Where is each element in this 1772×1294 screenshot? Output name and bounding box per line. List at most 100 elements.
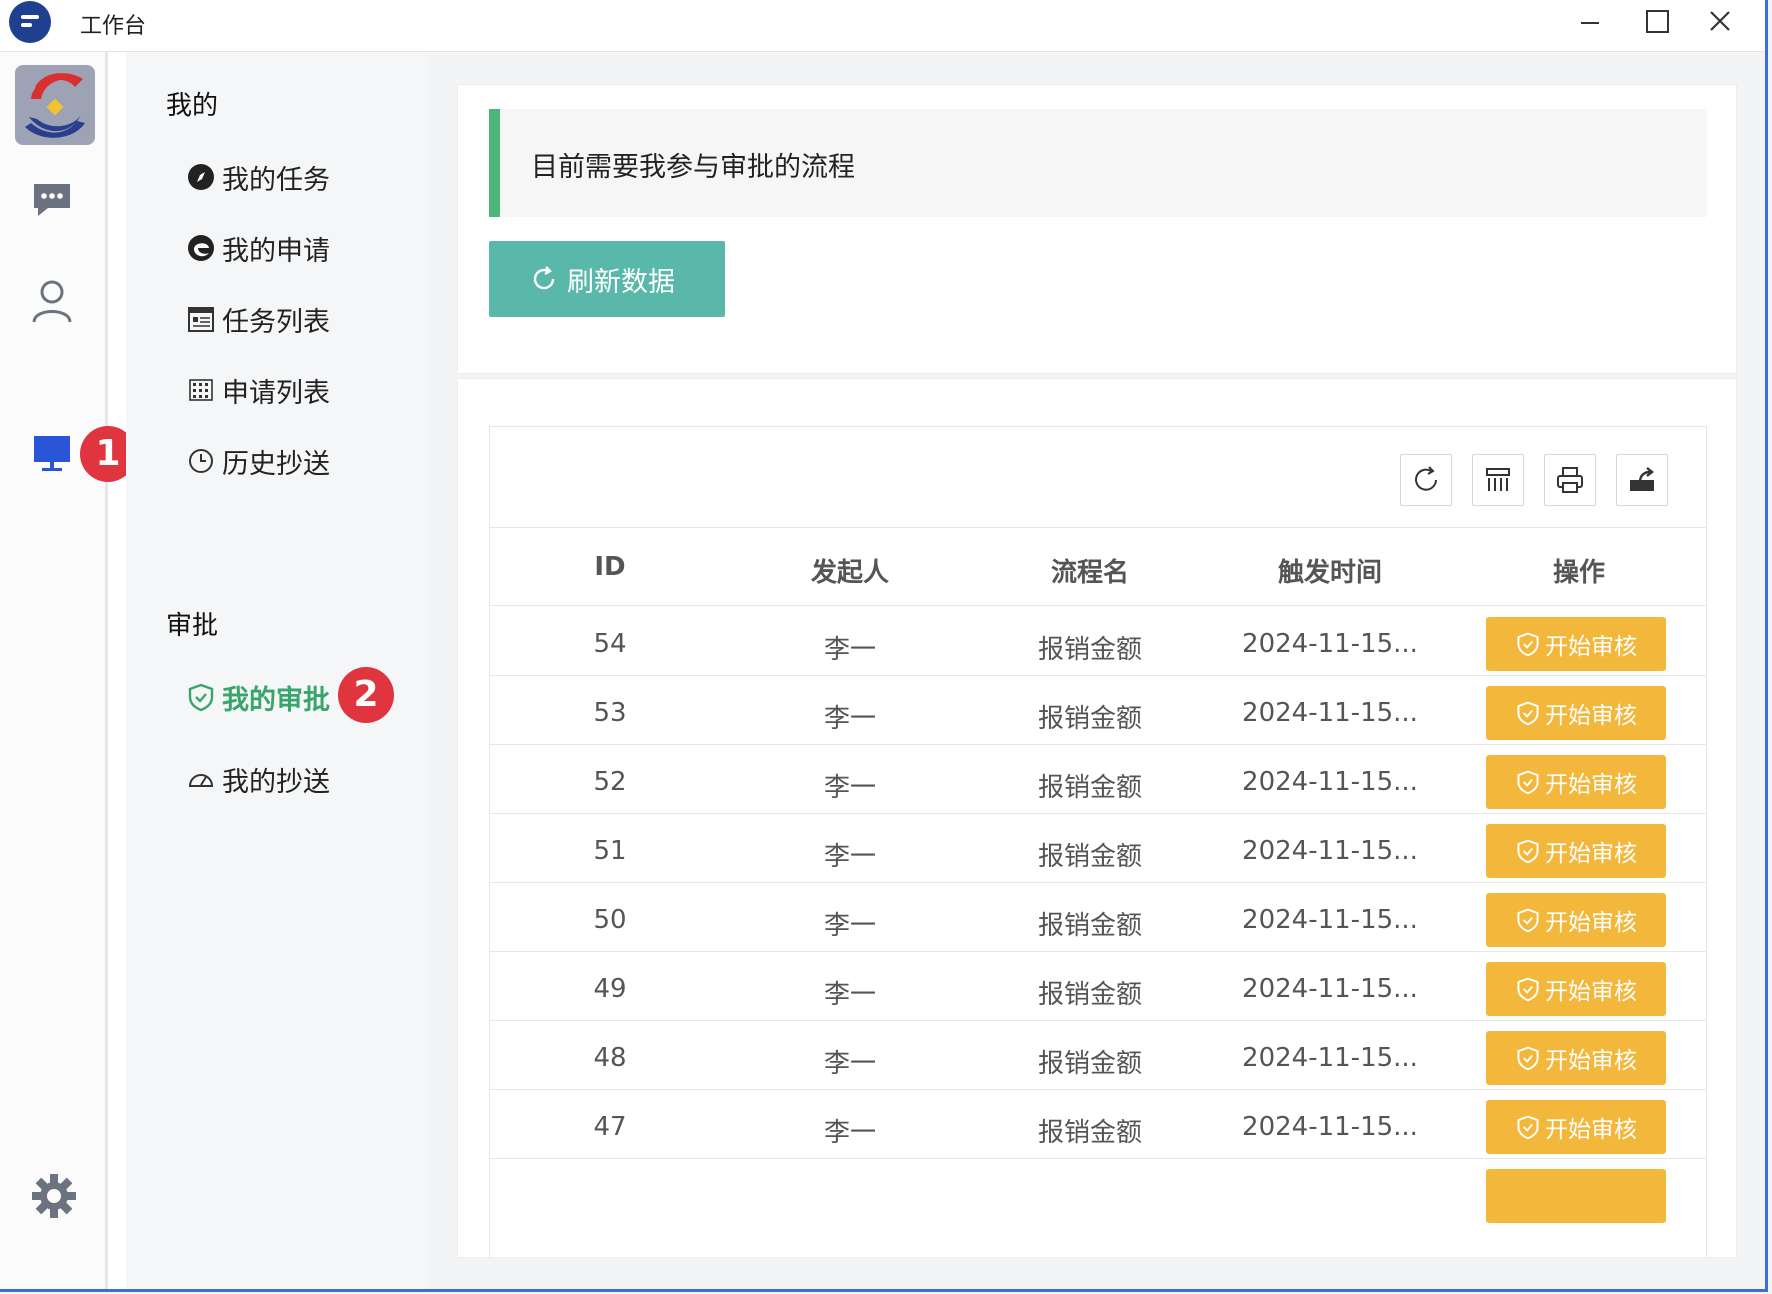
contacts-icon[interactable] <box>30 278 80 328</box>
close-icon <box>1710 11 1730 31</box>
table-row: 53 李一 报销金额 2024-11-15... 开始审核 <box>490 676 1706 745</box>
notice-text: 目前需要我参与审批的流程 <box>531 152 855 183</box>
start-audit-label: 开始审核 <box>1545 1117 1637 1143</box>
shield-check-icon <box>1517 701 1539 726</box>
shield-check-icon <box>1517 839 1539 864</box>
start-audit-label: 开始审核 <box>1545 772 1637 798</box>
messages-icon[interactable] <box>30 178 80 228</box>
shield-check-icon <box>1517 770 1539 795</box>
menu-item-label: 我的审批 <box>222 684 330 716</box>
menu-group-approval: 审批 <box>166 611 219 641</box>
shield-check-icon <box>1517 632 1539 657</box>
table-row: 54 李一 报销金额 2024-11-15... 开始审核 <box>490 607 1706 676</box>
refresh-data-label: 刷新数据 <box>567 266 675 298</box>
close-button[interactable] <box>1695 2 1745 42</box>
menu-item-my-tasks[interactable]: 我的任务 <box>186 152 330 202</box>
cell-id: 47 <box>593 1112 627 1142</box>
cell-process: 报销金额 <box>1037 635 1142 665</box>
workbench-icon[interactable] <box>30 432 80 482</box>
cell-time: 2024-11-15... <box>1242 974 1418 1004</box>
refresh-icon <box>533 266 555 290</box>
menu-group-mine: 我的 <box>166 91 219 121</box>
start-audit-button[interactable]: 开始审核 <box>1486 1031 1666 1085</box>
cell-process: 报销金额 <box>1037 1118 1142 1148</box>
cell-id: 52 <box>593 767 627 797</box>
menu-item-label: 我的任务 <box>222 164 330 196</box>
avatar[interactable] <box>15 65 95 145</box>
menu-item-my-applications[interactable]: 我的申请 <box>186 223 330 273</box>
cell-time: 2024-11-15... <box>1242 905 1418 935</box>
shield-check-icon <box>1517 977 1539 1002</box>
column-header-time[interactable]: 触发时间 <box>1210 552 1450 589</box>
table-row: 49 李一 报销金额 2024-11-15... 开始审核 <box>490 952 1706 1021</box>
cell-id: 50 <box>593 905 627 935</box>
start-audit-button[interactable] <box>1486 1169 1666 1223</box>
table-row: 48 李一 报销金额 2024-11-15... 开始审核 <box>490 1021 1706 1090</box>
start-audit-button[interactable]: 开始审核 <box>1486 755 1666 809</box>
start-audit-label: 开始审核 <box>1545 634 1637 660</box>
cell-time: 2024-11-15... <box>1242 767 1418 797</box>
menu-item-label: 历史抄送 <box>222 448 330 480</box>
shield-check-icon <box>1517 1046 1539 1071</box>
table-row: 51 李一 报销金额 2024-11-15... 开始审核 <box>490 814 1706 883</box>
column-header-process[interactable]: 流程名 <box>970 552 1210 589</box>
maximize-button[interactable] <box>1630 2 1680 42</box>
table-refresh-button[interactable] <box>1400 454 1452 506</box>
column-header-id[interactable]: ID <box>490 552 730 582</box>
compass-icon <box>186 162 216 192</box>
menu-item-history-cc[interactable]: 历史抄送 <box>186 436 330 486</box>
cell-initiator: 李一 <box>823 635 876 665</box>
start-audit-label: 开始审核 <box>1545 841 1637 867</box>
cell-time: 2024-11-15... <box>1242 698 1418 728</box>
menu-item-task-list[interactable]: 任务列表 <box>186 294 330 344</box>
start-audit-button[interactable]: 开始审核 <box>1486 617 1666 671</box>
settings-icon[interactable] <box>30 1172 80 1222</box>
cell-id: 54 <box>593 629 627 659</box>
start-audit-label: 开始审核 <box>1545 910 1637 936</box>
cell-time: 2024-11-15... <box>1242 836 1418 866</box>
shield-check-icon <box>1517 908 1539 933</box>
table-print-button[interactable] <box>1544 454 1596 506</box>
data-table: ID 发起人 流程名 触发时间 操作 54 李一 报销金额 2024-11-15...… <box>489 426 1707 1257</box>
cell-process: 报销金额 <box>1037 980 1142 1010</box>
start-audit-button[interactable]: 开始审核 <box>1486 1100 1666 1154</box>
cell-id: 48 <box>593 1043 627 1073</box>
cell-initiator: 李一 <box>823 911 876 941</box>
minimize-button[interactable] <box>1565 2 1615 42</box>
table-export-button[interactable] <box>1616 454 1668 506</box>
app-logo-icon <box>9 1 51 43</box>
column-header-action: 操作 <box>1552 558 1605 588</box>
menu-item-label: 我的抄送 <box>222 766 330 798</box>
start-audit-button[interactable]: 开始审核 <box>1486 686 1666 740</box>
menu-item-application-list[interactable]: 申请列表 <box>186 365 330 415</box>
cell-time: 2024-11-15... <box>1242 1112 1418 1142</box>
menu-item-label: 申请列表 <box>222 377 330 409</box>
print-icon <box>1557 467 1583 493</box>
table-columns-button[interactable] <box>1472 454 1524 506</box>
start-audit-button[interactable]: 开始审核 <box>1486 893 1666 947</box>
export-icon <box>1630 467 1654 491</box>
cell-initiator: 李一 <box>823 773 876 803</box>
app-window: 工作台 1 我的 我的任务 我的申请 任务列表 申请列表 历史抄送 审批 我的审… <box>0 0 1768 1292</box>
start-audit-label: 开始审核 <box>1545 1048 1637 1074</box>
start-audit-button[interactable]: 开始审核 <box>1486 824 1666 878</box>
columns-icon <box>1486 468 1510 491</box>
menu-item-my-approvals[interactable]: 我的审批 <box>186 672 330 722</box>
table-card: ID 发起人 流程名 触发时间 操作 54 李一 报销金额 2024-11-15...… <box>457 378 1737 1258</box>
cell-process: 报销金额 <box>1037 1049 1142 1079</box>
cell-initiator: 李一 <box>823 1049 876 1079</box>
cell-time: 2024-11-15... <box>1242 629 1418 659</box>
cell-initiator: 李一 <box>823 980 876 1010</box>
grid-list-icon <box>186 375 216 405</box>
start-audit-button[interactable]: 开始审核 <box>1486 962 1666 1016</box>
cell-initiator: 李一 <box>823 842 876 872</box>
cell-time: 2024-11-15... <box>1242 1043 1418 1073</box>
menu-item-my-cc[interactable]: 我的抄送 <box>186 754 330 804</box>
menu-item-label: 我的申请 <box>222 235 330 267</box>
cell-process: 报销金额 <box>1037 842 1142 872</box>
refresh-data-button[interactable]: 刷新数据 <box>489 241 725 317</box>
cell-id: 53 <box>593 698 627 728</box>
table-toolbar <box>490 427 1706 528</box>
column-header-initiator[interactable]: 发起人 <box>730 552 970 589</box>
calendar-list-icon <box>186 304 216 334</box>
